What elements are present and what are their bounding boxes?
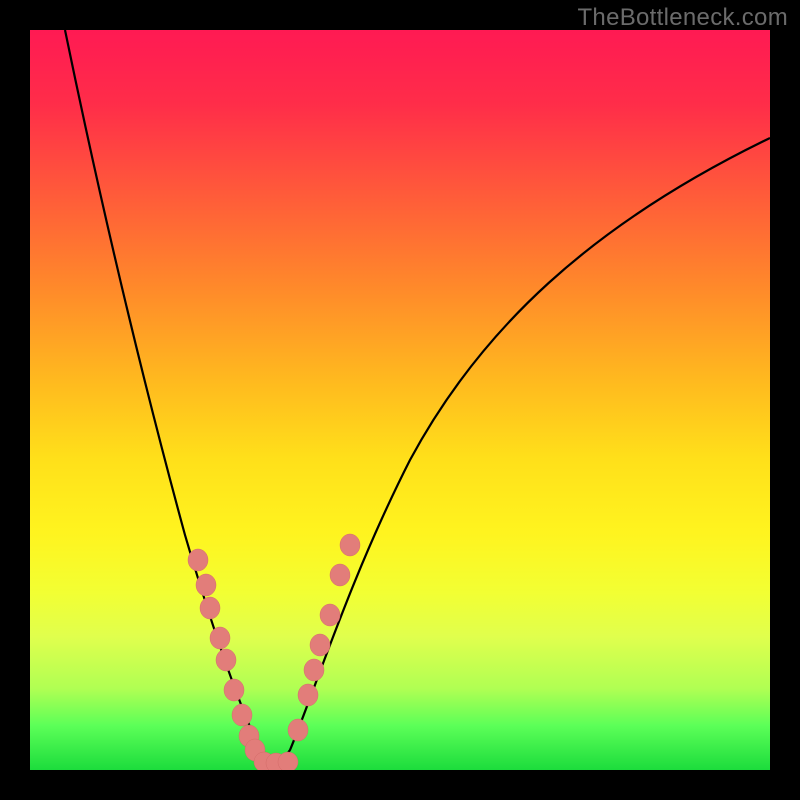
chart-plot-area bbox=[30, 30, 770, 770]
chart-overlay bbox=[30, 30, 770, 770]
bottleneck-curve bbox=[65, 30, 770, 761]
watermark-text: TheBottleneck.com bbox=[577, 4, 788, 32]
curve-markers bbox=[188, 534, 360, 770]
chart-frame: TheBottleneck.com bbox=[0, 0, 800, 800]
